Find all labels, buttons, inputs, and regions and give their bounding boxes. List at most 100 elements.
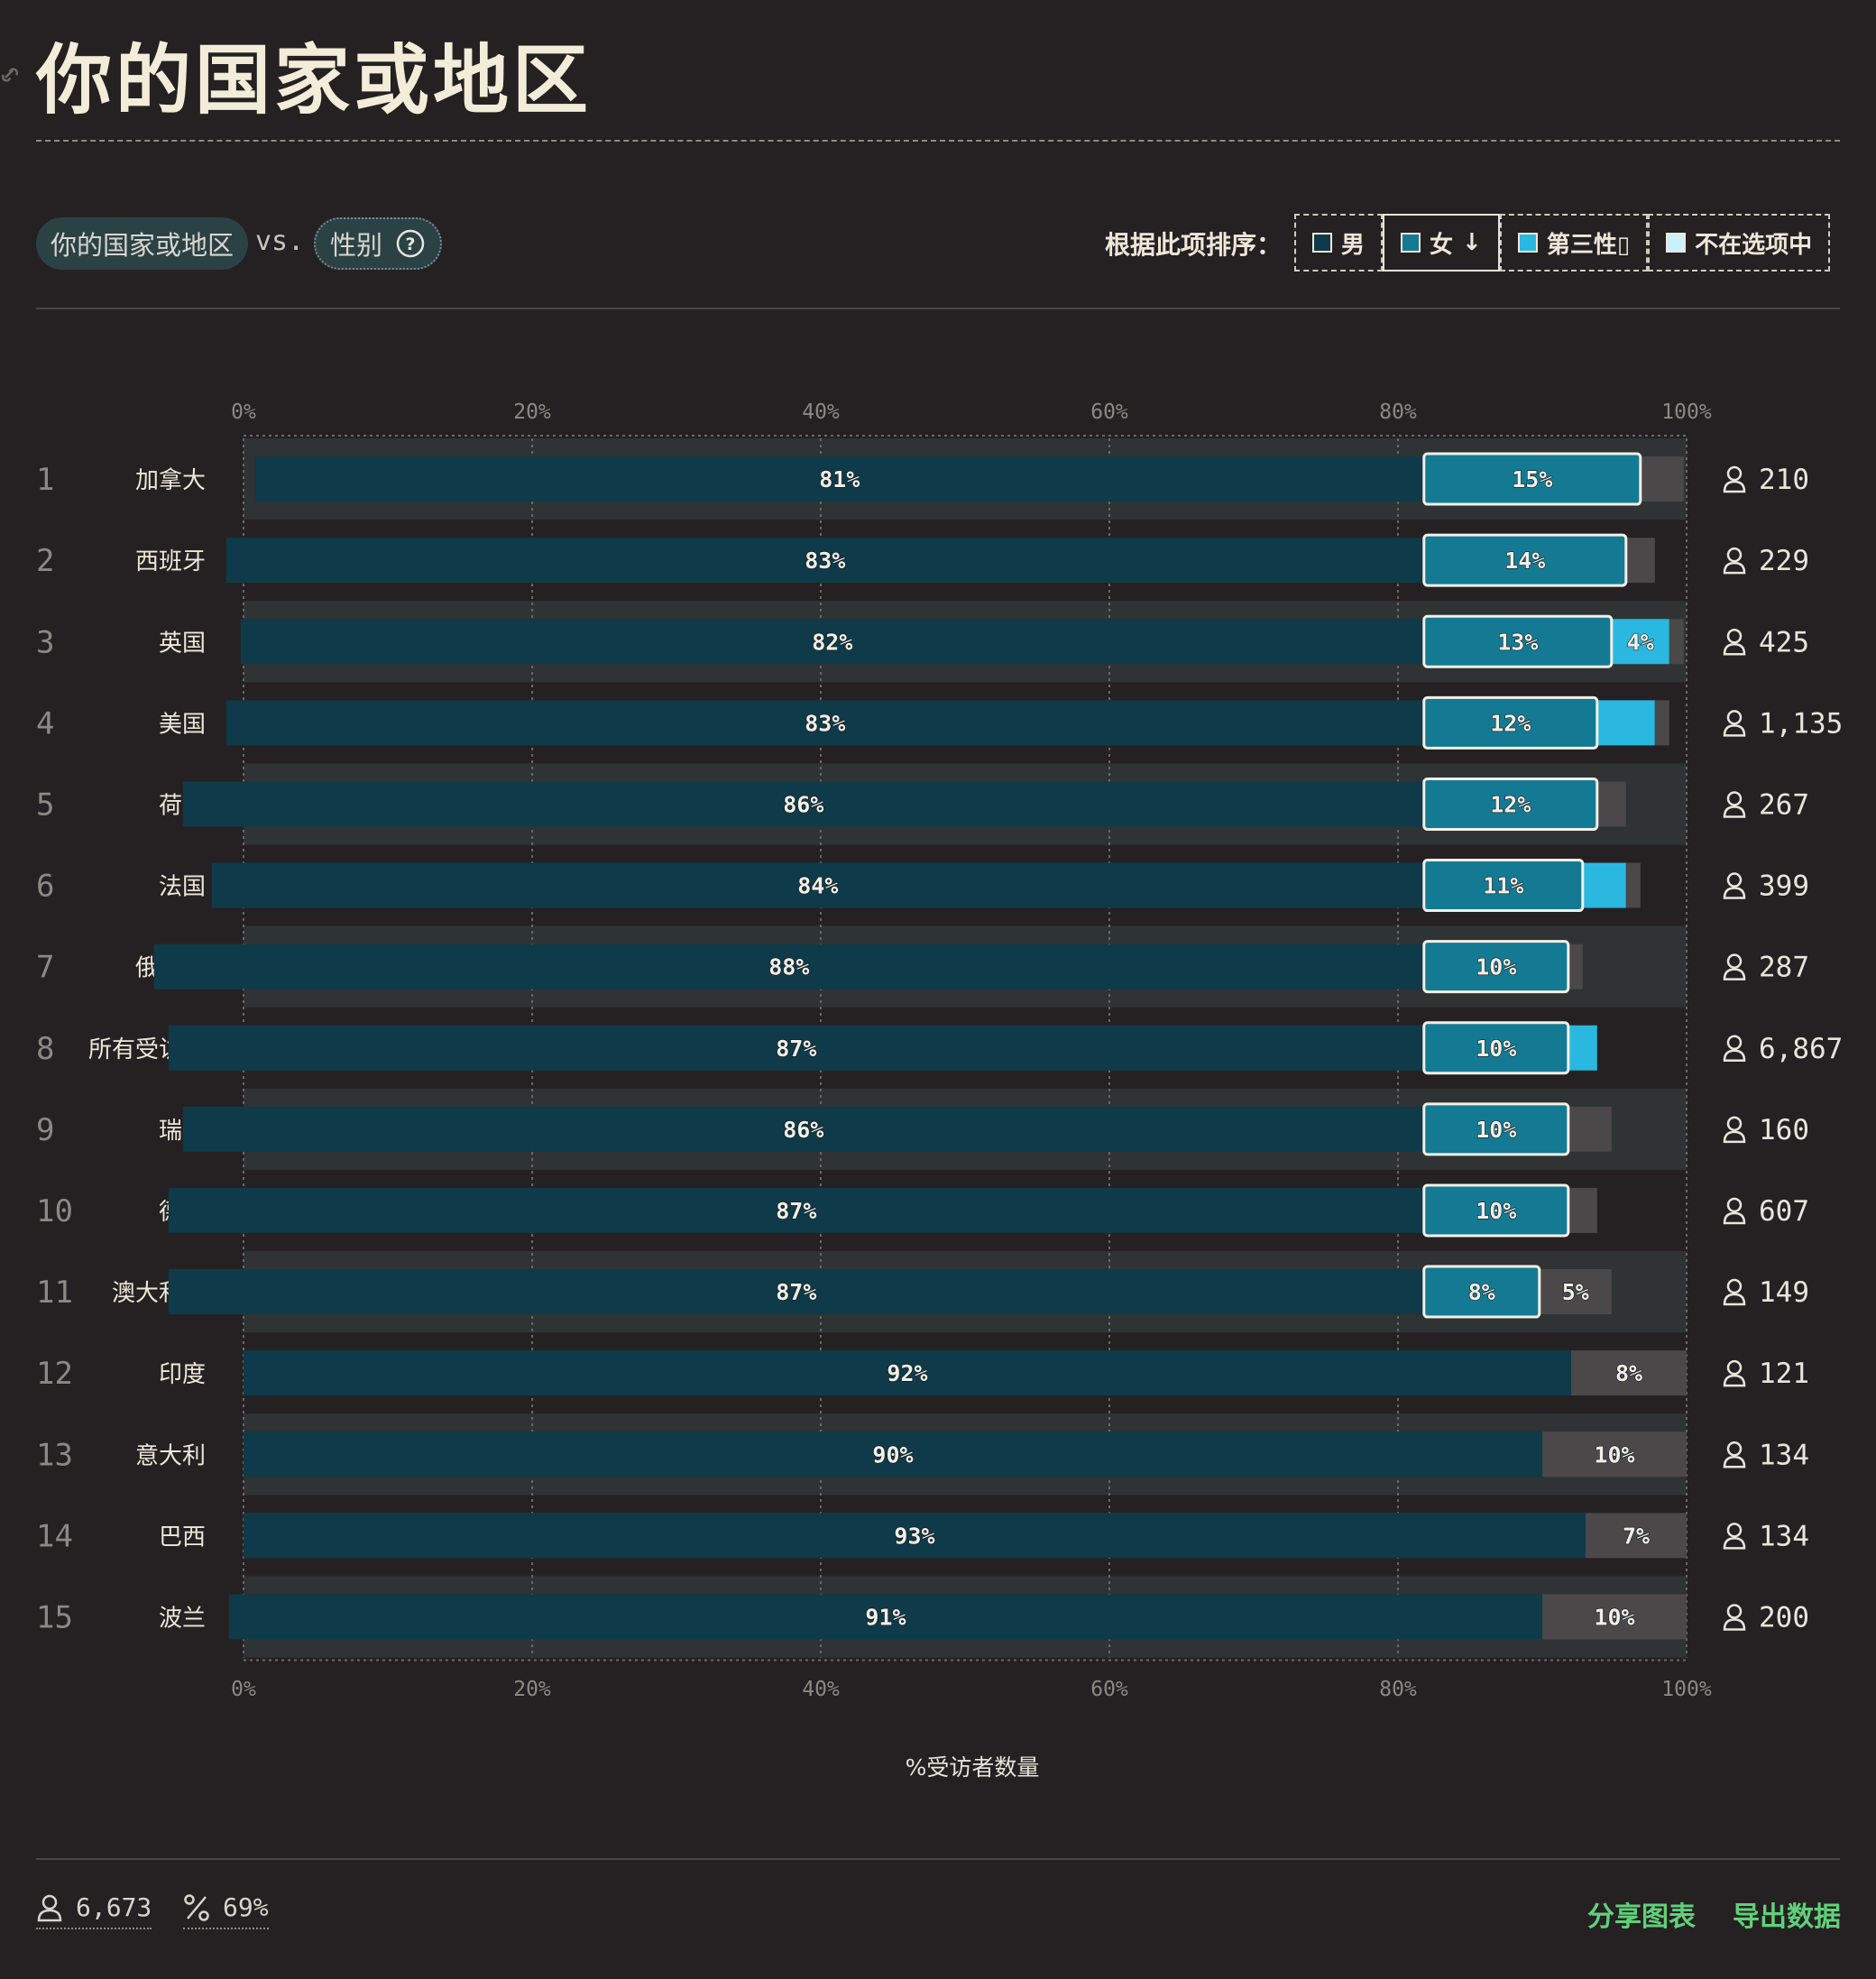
- x-tick-label-top: 80%: [1379, 400, 1417, 424]
- bar-male-label: 87%: [776, 1198, 816, 1224]
- person-icon-head: [1726, 953, 1743, 969]
- bar-female-label: 11%: [1483, 873, 1523, 899]
- person-icon: [1723, 1604, 1746, 1631]
- bar-other-label: 7%: [1623, 1523, 1650, 1549]
- person-icon-body: [1723, 887, 1746, 899]
- person-icon-body: [1723, 1618, 1746, 1631]
- row-rank: 12: [36, 1356, 73, 1392]
- bar-male-label: 93%: [894, 1523, 934, 1549]
- percent-icon: [184, 1893, 209, 1921]
- bar-female-label: 15%: [1512, 466, 1552, 492]
- bar-other: [1669, 619, 1684, 665]
- person-icon-head: [1726, 1278, 1743, 1294]
- chart-row: 5 荷兰 86% 12% 267: [36, 777, 1809, 831]
- row-respondent-count: 200: [1759, 1601, 1809, 1634]
- footer-divider: [36, 1858, 1840, 1860]
- person-icon-head: [1726, 1523, 1743, 1538]
- row-label: 西班牙: [135, 548, 206, 575]
- person-icon: [37, 1894, 62, 1921]
- row-label: 英国: [159, 630, 206, 657]
- percent-stat[interactable]: 69%: [183, 1892, 269, 1929]
- row-label: 巴西: [159, 1523, 206, 1551]
- export-data-link[interactable]: 导出数据: [1733, 1894, 1841, 1934]
- chart-row: 11 澳大利亚 87% 5%8% 149: [36, 1265, 1809, 1319]
- row-rank: 4: [36, 705, 54, 741]
- person-icon: [1723, 953, 1746, 980]
- x-tick-label-bottom: 80%: [1379, 1678, 1417, 1701]
- row-respondent-count: 425: [1759, 626, 1809, 658]
- person-icon: [1723, 1523, 1746, 1550]
- chart-row: 8 所有受访者 87% 10% 6,867: [36, 1021, 1843, 1075]
- bar-male-label: 83%: [805, 710, 845, 736]
- bar-other-label: 10%: [1594, 1441, 1634, 1468]
- bar-third-gender: [1582, 862, 1626, 908]
- row-label: 印度: [159, 1361, 206, 1388]
- row-rank: 11: [36, 1275, 73, 1311]
- person-icon: [1723, 1359, 1746, 1387]
- person-icon-body: [1723, 1130, 1746, 1144]
- percent-value: 69%: [223, 1892, 269, 1922]
- person-icon-head: [1726, 465, 1743, 482]
- person-icon-body: [1723, 1374, 1746, 1387]
- row-respondent-count: 399: [1759, 870, 1809, 903]
- row-rank: 8: [36, 1031, 54, 1067]
- bar-female-label: 13%: [1497, 629, 1538, 655]
- row-rank: 9: [36, 1112, 54, 1148]
- row-rank: 5: [36, 787, 54, 823]
- person-icon-head: [1726, 791, 1743, 806]
- person-icon: [1723, 1116, 1746, 1144]
- person-icon-body: [1723, 1293, 1746, 1306]
- row-rank: 1: [36, 462, 54, 498]
- person-icon-body: [1723, 480, 1746, 493]
- bar-other: [1640, 456, 1684, 502]
- person-icon-head: [1726, 1116, 1743, 1132]
- person-icon-head: [1726, 710, 1743, 725]
- row-rank: 7: [36, 950, 54, 986]
- person-icon-body: [1723, 1455, 1746, 1468]
- bar-other: [1596, 781, 1626, 827]
- row-respondent-count: 6,867: [1759, 1033, 1843, 1065]
- x-tick-label-bottom: 0%: [231, 1678, 256, 1701]
- x-tick-label-top: 0%: [231, 400, 256, 424]
- row-label: 法国: [159, 874, 206, 901]
- row-respondent-count: 229: [1759, 545, 1809, 577]
- person-icon-body: [1723, 968, 1746, 980]
- row-respondent-count: 149: [1759, 1276, 1809, 1309]
- bar-third-gender: [1568, 1025, 1597, 1071]
- respondents-stat[interactable]: 6,673: [36, 1892, 152, 1929]
- bar-male-label: 90%: [872, 1441, 913, 1468]
- bar-male-label: 84%: [797, 873, 838, 899]
- bar-other: [1654, 700, 1669, 746]
- person-icon: [1723, 547, 1746, 575]
- bar-other: [1568, 1187, 1597, 1233]
- chart-row: 3 英国 82% 4% 13% 425: [36, 614, 1809, 668]
- person-icon-head: [1726, 1035, 1743, 1050]
- row-label: 意大利: [135, 1442, 206, 1469]
- bar-male-label: 86%: [783, 791, 823, 817]
- bar-male-label: 87%: [776, 1036, 816, 1062]
- person-icon: [1723, 1197, 1746, 1225]
- bar-other: [1568, 943, 1583, 990]
- bar-third-gender: [1596, 700, 1655, 746]
- row-rank: 14: [36, 1518, 73, 1554]
- x-tick-label-bottom: 40%: [802, 1678, 840, 1701]
- chart-row: 2 西班牙 83% 14% 229: [36, 533, 1809, 587]
- bar-other-label: 8%: [1615, 1360, 1642, 1386]
- chart-row: 13 意大利 90% 10% 134: [36, 1431, 1809, 1477]
- bar-third-gender-label: 4%: [1627, 629, 1654, 655]
- chart-row: 14 巴西 93% 7% 134: [36, 1513, 1809, 1559]
- person-icon-head: [1726, 1197, 1743, 1213]
- row-respondent-count: 210: [1759, 464, 1809, 496]
- bar-other: [1625, 862, 1641, 908]
- share-chart-link[interactable]: 分享图表: [1587, 1894, 1696, 1934]
- person-icon: [1723, 791, 1746, 818]
- row-label: 美国: [159, 711, 206, 738]
- person-icon: [1723, 710, 1746, 737]
- row-respondent-count: 607: [1759, 1195, 1809, 1228]
- chart-row: 9 瑞典 86% 10% 160: [36, 1102, 1809, 1156]
- bar-male-label: 91%: [865, 1604, 906, 1630]
- bar-other: [1568, 1106, 1612, 1152]
- person-icon-body: [1723, 1049, 1746, 1062]
- bar-female-label: 10%: [1476, 1198, 1516, 1224]
- x-tick-label-bottom: 60%: [1090, 1678, 1128, 1701]
